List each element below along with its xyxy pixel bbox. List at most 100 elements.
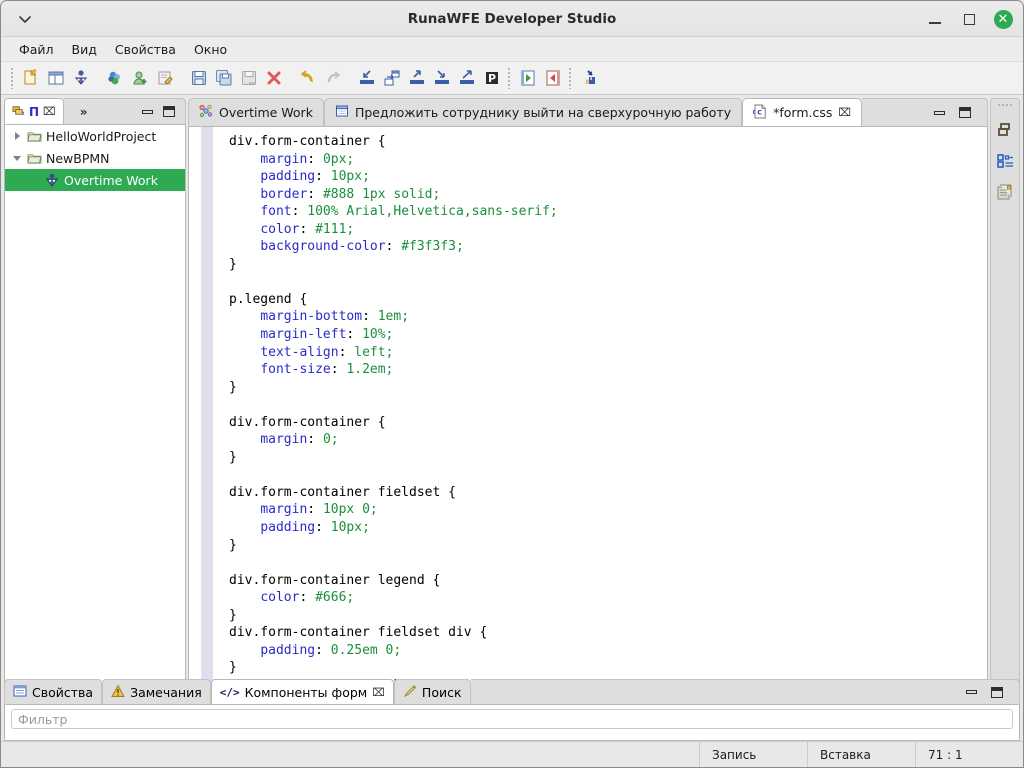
tab-form-editor[interactable]: Предложить сотруднику выйти на сверхуроч… xyxy=(323,98,743,126)
code-line: } xyxy=(229,256,987,274)
code-token: 1.2em xyxy=(346,362,386,378)
save-all-icon[interactable] xyxy=(211,66,236,91)
redo-icon[interactable] xyxy=(320,66,345,91)
code-line: } xyxy=(229,449,987,467)
code-token: : xyxy=(307,151,323,167)
code-line: border: #888 1px solid; xyxy=(229,186,987,204)
code-line: margin-bottom: 1em; xyxy=(229,308,987,326)
maximize-bottom-button[interactable] xyxy=(991,686,1003,698)
close-button[interactable]: ✕ xyxy=(993,9,1013,29)
restore-perspective-icon[interactable] xyxy=(994,119,1016,141)
minimize-panel-button[interactable] xyxy=(142,109,153,114)
menu-view[interactable]: Вид xyxy=(63,39,106,60)
code-token: : xyxy=(338,344,355,360)
code-token: 0px xyxy=(322,151,347,167)
tree-item-newbpmn[interactable]: NewBPMN xyxy=(5,147,185,169)
menu-file[interactable]: Файл xyxy=(10,39,63,60)
edit-note-icon[interactable] xyxy=(152,66,177,91)
code-token: } xyxy=(229,256,237,272)
code-token: : xyxy=(307,432,323,448)
outline-view-icon[interactable] xyxy=(994,150,1016,172)
maximize-panel-button[interactable] xyxy=(163,106,175,117)
menu-properties[interactable]: Свойства xyxy=(106,39,185,60)
code-token: #666 xyxy=(315,590,347,606)
code-token: ; xyxy=(330,432,339,448)
bottom-tab-toolbar xyxy=(470,679,1020,704)
tab-search[interactable]: Поиск xyxy=(393,679,471,704)
bottom-tab-row: Свойства Замечания </> Компоненты форм ⌧… xyxy=(4,679,1020,704)
maximize-button[interactable] xyxy=(959,9,979,29)
process-diagram-icon xyxy=(199,104,213,121)
import-icon[interactable] xyxy=(354,66,379,91)
new-process-icon[interactable] xyxy=(68,66,93,91)
code-token: ; xyxy=(362,169,370,185)
fast-view-bar xyxy=(990,98,1020,695)
project-tree[interactable]: HelloWorldProject NewBPMN Overtime Work xyxy=(4,124,186,695)
export-icon[interactable] xyxy=(404,66,429,91)
variables-icon[interactable]: x xyxy=(576,66,601,91)
group-icon[interactable] xyxy=(102,66,127,91)
fast-view-grip[interactable] xyxy=(997,103,1013,108)
deploy-icon[interactable] xyxy=(379,66,404,91)
code-token: : xyxy=(346,327,363,343)
chevron-right-icon[interactable] xyxy=(9,128,25,144)
export-par-icon[interactable] xyxy=(429,66,454,91)
menu-window[interactable]: Окно xyxy=(185,39,236,60)
code-content[interactable]: div.form-container { margin: 0px; paddin… xyxy=(213,127,987,694)
par-icon[interactable]: P xyxy=(479,66,504,91)
status-bar: Запись Вставка 71 : 1 xyxy=(1,741,1023,767)
tab-label: Компоненты форм xyxy=(244,684,368,700)
code-token: : xyxy=(330,362,347,378)
folding-ruler[interactable] xyxy=(189,127,202,694)
save-icon[interactable] xyxy=(186,66,211,91)
tree-item-overtime-work[interactable]: Overtime Work xyxy=(5,169,185,191)
new-file-icon[interactable] xyxy=(18,66,43,91)
forward-icon[interactable] xyxy=(540,66,565,91)
new-folder-icon[interactable] xyxy=(43,66,68,91)
main-toolbar: P x xyxy=(1,62,1023,95)
css-file-icon: C xyxy=(752,104,767,122)
tree-item-helloworldproject[interactable]: HelloWorldProject xyxy=(5,125,185,147)
code-token: ; xyxy=(456,239,464,255)
chevron-down-icon[interactable] xyxy=(9,150,25,166)
tab-form-css[interactable]: C *form.css ⌧ xyxy=(742,98,863,126)
tab-overtime-work[interactable]: Overtime Work xyxy=(188,98,324,126)
css-source-editor[interactable]: div.form-container { margin: 0px; paddin… xyxy=(188,126,988,695)
close-icon[interactable]: ⌧ xyxy=(838,106,851,119)
status-insert-mode: Вставка xyxy=(807,741,915,767)
undo-icon[interactable] xyxy=(295,66,320,91)
tab-project-explorer[interactable]: П ⌧ xyxy=(4,98,64,124)
properties-view-icon[interactable] xyxy=(994,181,1016,203)
tab-overflow-icon[interactable]: » xyxy=(64,105,88,119)
code-token: border xyxy=(260,186,308,202)
tab-problems[interactable]: Замечания xyxy=(102,679,211,704)
code-token: ; xyxy=(346,221,355,237)
tab-properties[interactable]: Свойства xyxy=(4,679,103,704)
toolbar-grip-2[interactable] xyxy=(507,67,512,89)
code-token: ; xyxy=(393,642,402,658)
close-icon[interactable]: ⌧ xyxy=(43,105,56,118)
minimize-button[interactable] xyxy=(925,9,945,29)
code-token: } xyxy=(229,449,237,465)
tab-form-components[interactable]: </> Компоненты форм ⌧ xyxy=(210,679,394,704)
delete-icon[interactable] xyxy=(261,66,286,91)
upload-icon[interactable] xyxy=(454,66,479,91)
toolbar-grip-3[interactable] xyxy=(568,67,573,89)
maximize-editor-button[interactable] xyxy=(959,107,971,118)
close-icon[interactable]: ⌧ xyxy=(372,686,385,699)
back-icon[interactable] xyxy=(515,66,540,91)
minimize-bottom-button[interactable] xyxy=(966,690,977,694)
save-as-icon[interactable] xyxy=(236,66,261,91)
code-token: ; xyxy=(385,344,394,360)
filter-input[interactable] xyxy=(11,709,1013,729)
add-user-icon[interactable] xyxy=(127,66,152,91)
minimize-editor-button[interactable] xyxy=(934,110,945,115)
code-line: margin: 10px 0; xyxy=(229,501,987,519)
annotation-ruler[interactable] xyxy=(202,127,213,694)
code-token: 10px xyxy=(330,520,363,536)
toolbar-grip[interactable] xyxy=(10,67,15,89)
